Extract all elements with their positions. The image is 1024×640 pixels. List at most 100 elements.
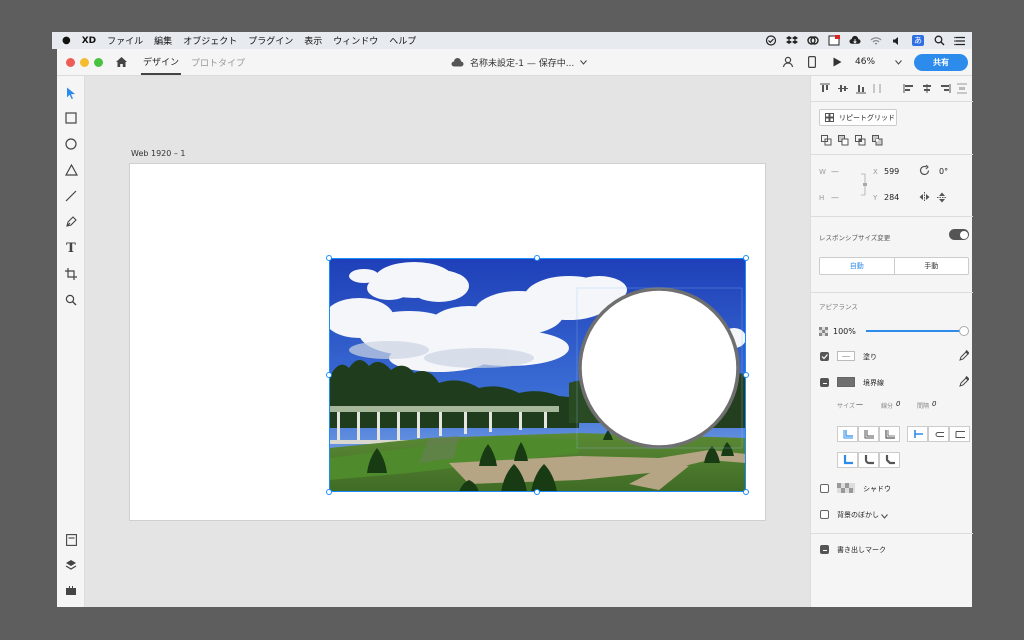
shadow-checkbox[interactable] [820, 484, 829, 493]
zoom-tool-icon[interactable] [63, 292, 79, 308]
opacity-slider[interactable] [866, 326, 969, 336]
menu-view[interactable]: 表示 [304, 34, 322, 47]
resize-handle-middle-right[interactable] [743, 372, 749, 378]
opacity-slider-knob[interactable] [959, 326, 969, 336]
window-close-button[interactable] [66, 58, 75, 67]
stroke-gap-field[interactable]: 0 [932, 400, 936, 408]
export-mark-checkbox[interactable] [820, 545, 829, 554]
apple-menu-icon[interactable]: ● [62, 35, 71, 46]
stroke-checkbox[interactable] [820, 378, 829, 387]
flip-vertical-icon[interactable] [937, 192, 947, 206]
resize-handle-middle-left[interactable] [326, 372, 332, 378]
zoom-level[interactable]: 46% [855, 49, 902, 75]
input-method-icon[interactable]: あ [912, 35, 924, 46]
stroke-join-round-button[interactable] [858, 452, 879, 468]
stroke-eyedropper-icon[interactable] [959, 375, 970, 390]
sync-check-icon[interactable] [765, 35, 777, 46]
rotate-icon[interactable] [919, 164, 930, 179]
polygon-tool-icon[interactable] [63, 162, 79, 178]
pen-tool-icon[interactable] [63, 214, 79, 230]
stroke-join-bevel-button[interactable] [879, 452, 900, 468]
stroke-join-miter-button[interactable] [837, 452, 858, 468]
stroke-outer-button[interactable] [879, 426, 900, 442]
align-right-icon[interactable] [939, 83, 951, 97]
resize-manual-button[interactable]: 手動 [895, 258, 969, 274]
share-button[interactable]: 共有 [914, 54, 968, 71]
device-preview-icon[interactable] [808, 56, 817, 71]
resize-handle-bottom-right[interactable] [743, 489, 749, 495]
menu-object[interactable]: オブジェクト [183, 34, 237, 47]
distribute-horizontal-icon[interactable] [956, 83, 968, 97]
creative-cloud-icon[interactable] [807, 35, 819, 46]
resize-handle-top-center[interactable] [534, 255, 540, 261]
window-zoom-button[interactable] [94, 58, 103, 67]
fill-eyedropper-icon[interactable] [959, 349, 970, 364]
document-title[interactable]: 名称未設定-1 — 保存中... [451, 49, 588, 75]
stroke-color-swatch[interactable] [837, 377, 855, 387]
artboard[interactable] [129, 163, 766, 521]
wifi-icon[interactable] [870, 35, 882, 46]
volume-icon[interactable] [891, 35, 903, 46]
width-field[interactable]: — [831, 167, 839, 176]
document-assets-icon[interactable] [63, 532, 79, 548]
menu-edit[interactable]: 編集 [154, 34, 172, 47]
align-top-icon[interactable] [819, 83, 831, 97]
select-tool-icon[interactable] [63, 85, 79, 101]
boolean-subtract-icon[interactable] [838, 135, 849, 149]
align-bottom-icon[interactable] [855, 83, 867, 97]
plugins-icon[interactable] [63, 582, 79, 598]
boolean-exclude-icon[interactable] [872, 135, 883, 149]
align-left-icon[interactable] [903, 83, 915, 97]
play-preview-icon[interactable] [833, 57, 842, 70]
resize-auto-button[interactable]: 自動 [820, 258, 895, 274]
lock-aspect-icon[interactable] [861, 173, 869, 200]
menu-file[interactable]: ファイル [107, 34, 143, 47]
layers-icon[interactable] [63, 557, 79, 573]
height-field[interactable]: — [831, 193, 839, 202]
resize-handle-top-right[interactable] [743, 255, 749, 261]
boolean-intersect-icon[interactable] [855, 135, 866, 149]
responsive-resize-toggle[interactable] [949, 229, 969, 240]
artboard-tool-icon[interactable] [63, 266, 79, 282]
stroke-dash-field[interactable]: 0 [896, 400, 900, 408]
stroke-center-button[interactable] [858, 426, 879, 442]
text-tool-icon[interactable]: T [63, 240, 79, 256]
tab-design[interactable]: デザイン [141, 49, 182, 75]
line-tool-icon[interactable] [63, 188, 79, 204]
artboard-name[interactable]: Web 1920 – 1 [131, 149, 186, 158]
fill-checkbox[interactable] [820, 352, 829, 361]
home-icon[interactable] [115, 56, 128, 68]
y-position-field[interactable]: 284 [884, 193, 899, 202]
resize-handle-bottom-left[interactable] [326, 489, 332, 495]
cloud-download-icon[interactable] [849, 35, 861, 46]
rotation-field[interactable]: 0° [939, 167, 948, 176]
opacity-field[interactable]: 100% [833, 327, 856, 336]
align-center-icon[interactable] [921, 83, 933, 97]
stroke-cap-round-button[interactable] [928, 426, 949, 442]
spotlight-search-icon[interactable] [933, 35, 945, 46]
background-blur-checkbox[interactable] [820, 510, 829, 519]
user-icon[interactable] [782, 56, 794, 71]
stroke-cap-butt-button[interactable] [907, 426, 928, 442]
stroke-cap-square-button[interactable] [949, 426, 970, 442]
design-canvas[interactable]: Web 1920 – 1 [85, 76, 810, 607]
align-middle-icon[interactable] [837, 83, 849, 97]
fill-color-swatch[interactable] [837, 351, 855, 361]
resize-handle-bottom-center[interactable] [534, 489, 540, 495]
tab-prototype[interactable]: プロトタイプ [191, 49, 245, 75]
resize-handle-top-left[interactable] [326, 255, 332, 261]
flip-horizontal-icon[interactable] [919, 192, 930, 205]
ellipse-tool-icon[interactable] [63, 136, 79, 152]
x-position-field[interactable]: 599 [884, 167, 899, 176]
boolean-add-icon[interactable] [821, 135, 832, 149]
stroke-size-field[interactable]: — [856, 400, 863, 408]
dropbox-icon[interactable] [786, 35, 798, 46]
distribute-vertical-icon[interactable] [873, 83, 881, 97]
window-minimize-button[interactable] [80, 58, 89, 67]
shadow-swatch[interactable] [837, 483, 855, 493]
menu-xd[interactable]: XD [82, 36, 96, 46]
stroke-inner-button[interactable] [837, 426, 858, 442]
rectangle-tool-icon[interactable] [63, 110, 79, 126]
menu-plugin[interactable]: プラグイン [248, 34, 293, 47]
repeat-grid-button[interactable]: リピートグリッド [819, 109, 897, 126]
